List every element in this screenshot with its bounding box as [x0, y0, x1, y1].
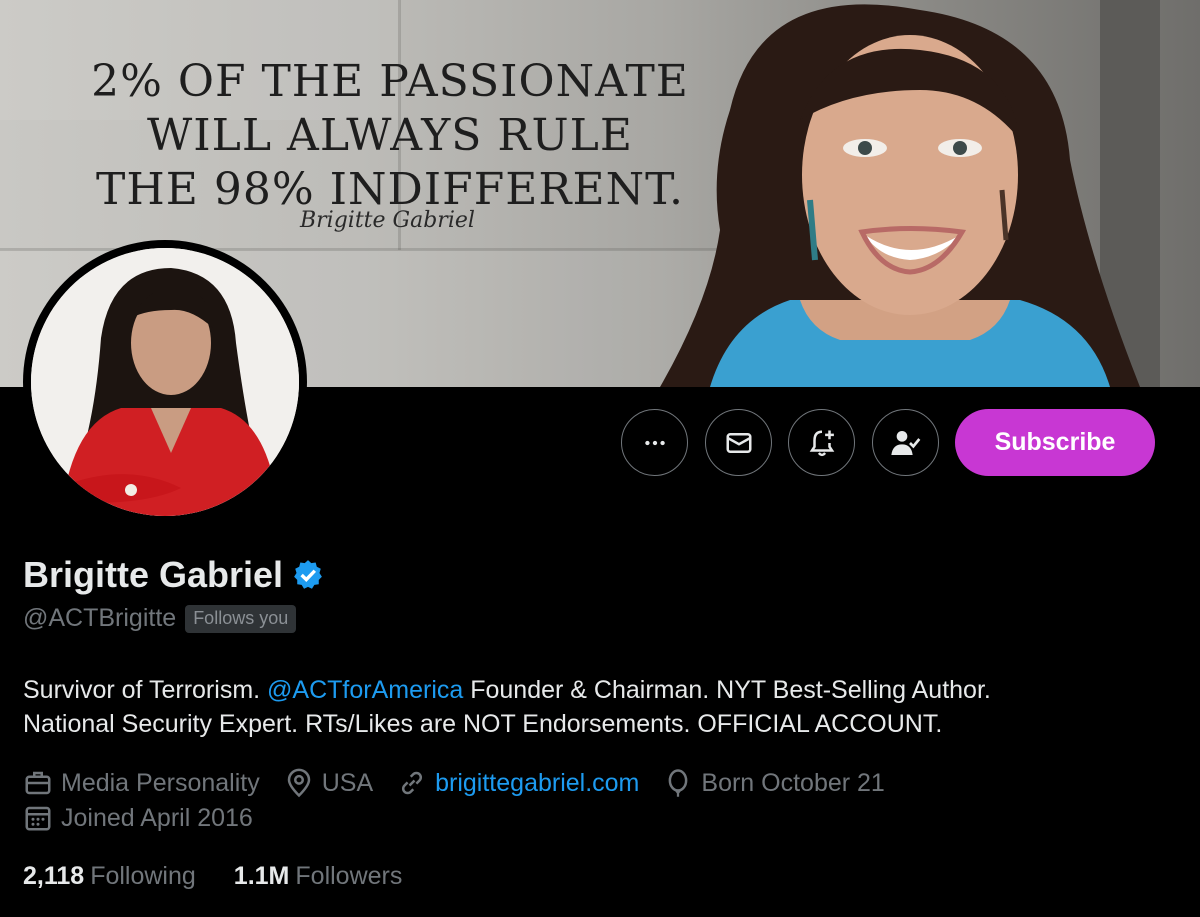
bio-mention-link[interactable]: @ACTforAmerica	[267, 676, 463, 704]
calendar-icon	[25, 806, 51, 831]
message-button[interactable]	[705, 409, 772, 476]
website-link[interactable]: brigittegabriel.com	[435, 769, 639, 798]
profile-name-row: Brigitte Gabriel	[23, 554, 325, 596]
profile-birthday: Born October 21	[663, 768, 885, 798]
person-check-icon	[890, 430, 920, 455]
banner-quote-line: WILL ALWAYS RULE	[147, 110, 633, 161]
balloon-icon	[669, 769, 688, 797]
follows-you-badge: Follows you	[185, 604, 297, 633]
more-horizontal-icon	[644, 440, 665, 445]
profile-joined: Joined April 2016	[23, 803, 253, 833]
subscribe-button[interactable]: Subscribe	[955, 409, 1155, 476]
followers-stat-link[interactable]: 1.1M Followers	[234, 862, 403, 891]
following-button[interactable]	[872, 409, 939, 476]
following-count: 2,118	[23, 862, 85, 890]
joined-label: Joined April 2016	[61, 803, 253, 832]
bio-text: Founder & Chairman. NYT Best-Selling Aut…	[463, 676, 991, 704]
birthday-label: Born October 21	[701, 768, 885, 797]
banner-portrait-image	[660, 0, 1160, 387]
category-label: Media Personality	[61, 768, 260, 797]
profile-stats: 2,118 Following 1.1M Followers	[23, 862, 440, 891]
location-pin-icon	[287, 768, 310, 798]
bio-text: National Security Expert. RTs/Likes are …	[23, 710, 943, 738]
avatar-image	[31, 248, 299, 516]
more-options-button[interactable]	[621, 409, 688, 476]
profile-bio: Survivor of Terrorism. @ACTforAmerica Fo…	[23, 673, 1173, 741]
briefcase-icon	[25, 771, 51, 795]
profile-website[interactable]: brigittegabriel.com	[397, 768, 639, 798]
following-stat-link[interactable]: 2,118 Following	[23, 862, 196, 891]
location-label: USA	[321, 768, 374, 797]
followers-count: 1.1M	[233, 862, 290, 890]
bio-text: Survivor of Terrorism.	[23, 676, 268, 704]
profile-category: Media Personality	[23, 768, 260, 798]
profile-handle-row: @ACTBrigitte Follows you	[23, 604, 297, 633]
profile-avatar[interactable]	[23, 240, 307, 524]
bell-plus-icon	[809, 430, 834, 456]
verified-badge-icon[interactable]	[291, 558, 325, 592]
profile-joined-row: Joined April 2016	[23, 803, 277, 833]
notifications-button[interactable]	[788, 409, 855, 476]
profile-name: Brigitte Gabriel	[23, 554, 284, 595]
envelope-icon	[726, 432, 751, 453]
banner-quote: 2% OF THE PASSIONATE WILL ALWAYS RULE TH…	[70, 55, 710, 217]
profile-handle: @ACTBrigitte	[23, 604, 177, 632]
profile-location: USA	[284, 768, 373, 798]
banner-signature: Brigitte Gabriel	[300, 208, 475, 233]
followers-label: Followers	[295, 862, 403, 890]
following-label: Following	[90, 862, 196, 890]
link-icon	[402, 771, 423, 795]
profile-meta-row: Media Personality USA brigittegabriel.co…	[23, 768, 909, 798]
banner-quote-line: 2% OF THE PASSIONATE	[91, 56, 689, 107]
